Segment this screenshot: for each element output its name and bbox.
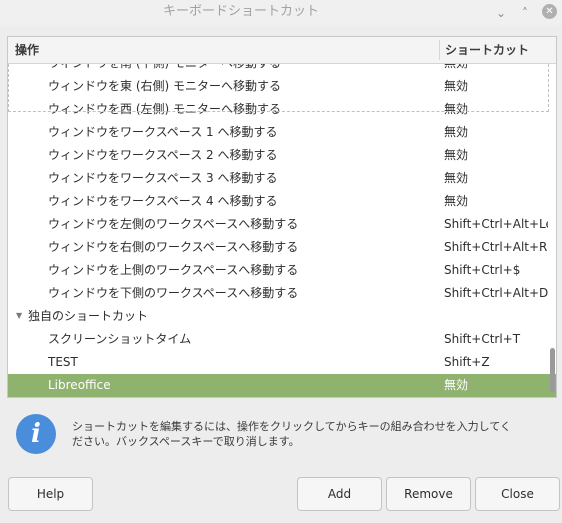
table-row[interactable]: ウィンドウを西 (左側) モニターへ移動する 無効 — [8, 98, 556, 121]
action-label: ウィンドウを上側のワークスペースへ移動する — [48, 263, 299, 277]
action-label: ウィンドウをワークスペース 2 へ移動する — [48, 148, 278, 162]
shortcut-label: 無効 — [444, 79, 469, 93]
table-header: 操作 ショートカット — [8, 37, 556, 64]
table-row[interactable]: ウィンドウをワークスペース 3 へ移動する 無効 — [8, 167, 556, 190]
action-label: ウィンドウを下側のワークスペースへ移動する — [48, 286, 299, 300]
action-label: ウィンドウを東 (右側) モニターへ移動する — [48, 79, 281, 93]
table-row[interactable]: ウィンドウを下側のワークスペースへ移動する Shift+Ctrl+Alt+Dow… — [8, 282, 556, 305]
shortcut-label: Shift+Ctrl+Alt+Left — [444, 217, 548, 231]
table-row[interactable]: ウィンドウを左側のワークスペースへ移動する Shift+Ctrl+Alt+Lef… — [8, 213, 556, 236]
table-row[interactable]: TEST Shift+Z — [8, 351, 556, 374]
shortcut-label: Shift+Z — [444, 355, 490, 369]
shortcut-label: 無効 — [444, 102, 469, 116]
shortcut-label: Shift+Ctrl+Alt+Right — [444, 240, 548, 254]
column-header-action[interactable]: 操作 — [15, 37, 39, 63]
column-header-shortcut[interactable]: ショートカット — [445, 37, 529, 63]
action-label: Libreoffice — [48, 378, 111, 392]
scrollbar-thumb[interactable] — [550, 348, 555, 392]
close-button[interactable]: Close — [475, 477, 560, 511]
expander-icon[interactable]: ▼ — [16, 305, 22, 327]
table-row[interactable]: ウィンドウを南 (下側) モニターへ移動する 無効 — [8, 64, 556, 75]
shortcut-label: 無効 — [444, 148, 469, 162]
help-button[interactable]: Help — [8, 477, 93, 511]
action-label: ウィンドウを西 (左側) モニターへ移動する — [48, 102, 281, 116]
shortcut-label: Shift+Ctrl+$ — [444, 263, 521, 277]
table-row[interactable]: ウィンドウを右側のワークスペースへ移動する Shift+Ctrl+Alt+Rig… — [8, 236, 556, 259]
title-bar: キーボードショートカット ⌄ ˄ ✕ — [0, 0, 562, 26]
shortcut-label: 無効 — [444, 64, 548, 74]
shortcut-label: Shift+Ctrl+T — [444, 332, 521, 346]
window-title: キーボードショートカット — [162, 4, 319, 19]
action-label: ウィンドウをワークスペース 3 へ移動する — [48, 171, 278, 185]
action-label: ウィンドウを左側のワークスペースへ移動する — [48, 217, 299, 231]
info-message: ショートカットを編集するには、操作をクリックしてからキーの組み合わせを入力してく… — [72, 420, 512, 448]
info-icon: i — [16, 414, 56, 454]
shortcut-label: 無効 — [444, 378, 469, 392]
rows-viewport: ウィンドウを南 (下側) モニターへ移動する 無効 ウィンドウを東 (右側) モ… — [8, 64, 556, 397]
minimize-button[interactable]: ⌄ — [493, 5, 509, 21]
table-row[interactable]: ウィンドウを東 (右側) モニターへ移動する 無効 — [8, 75, 556, 98]
action-label: スクリーンショットタイム — [48, 332, 192, 346]
table-row[interactable]: スクリーンショットタイム Shift+Ctrl+T — [8, 328, 556, 351]
shortcut-tree[interactable]: 操作 ショートカット ウィンドウを南 (下側) モニターへ移動する 無効 ウィン… — [7, 36, 557, 398]
action-label: ウィンドウを右側のワークスペースへ移動する — [48, 240, 299, 254]
action-label: ウィンドウをワークスペース 4 へ移動する — [48, 194, 278, 208]
table-row[interactable]: ウィンドウをワークスペース 2 へ移動する 無効 — [8, 144, 556, 167]
table-row[interactable]: ウィンドウをワークスペース 4 へ移動する 無効 — [8, 190, 556, 213]
shortcut-label: 無効 — [444, 171, 469, 185]
group-label: 独自のショートカット — [28, 309, 149, 323]
column-divider[interactable] — [439, 40, 440, 60]
action-label: TEST — [48, 355, 78, 369]
shortcut-label: Shift+Ctrl+Alt+Down — [444, 286, 548, 300]
table-row-selected[interactable]: Libreoffice 無効 — [8, 374, 556, 397]
add-button[interactable]: Add — [297, 477, 382, 511]
table-row[interactable]: ウィンドウをワークスペース 1 へ移動する 無効 — [8, 121, 556, 144]
group-row-custom-shortcuts[interactable]: ▼ 独自のショートカット — [8, 305, 556, 328]
table-row[interactable]: ウィンドウを上側のワークスペースへ移動する Shift+Ctrl+$ — [8, 259, 556, 282]
maximize-button[interactable]: ˄ — [517, 5, 533, 21]
remove-button[interactable]: Remove — [386, 477, 471, 511]
shortcut-label: 無効 — [444, 125, 469, 139]
action-label: ウィンドウをワークスペース 1 へ移動する — [48, 125, 278, 139]
shortcut-label: 無効 — [444, 194, 469, 208]
close-window-button[interactable]: ✕ — [542, 4, 557, 19]
action-label: ウィンドウを南 (下側) モニターへ移動する — [48, 64, 281, 74]
vertical-scrollbar[interactable] — [549, 64, 556, 397]
